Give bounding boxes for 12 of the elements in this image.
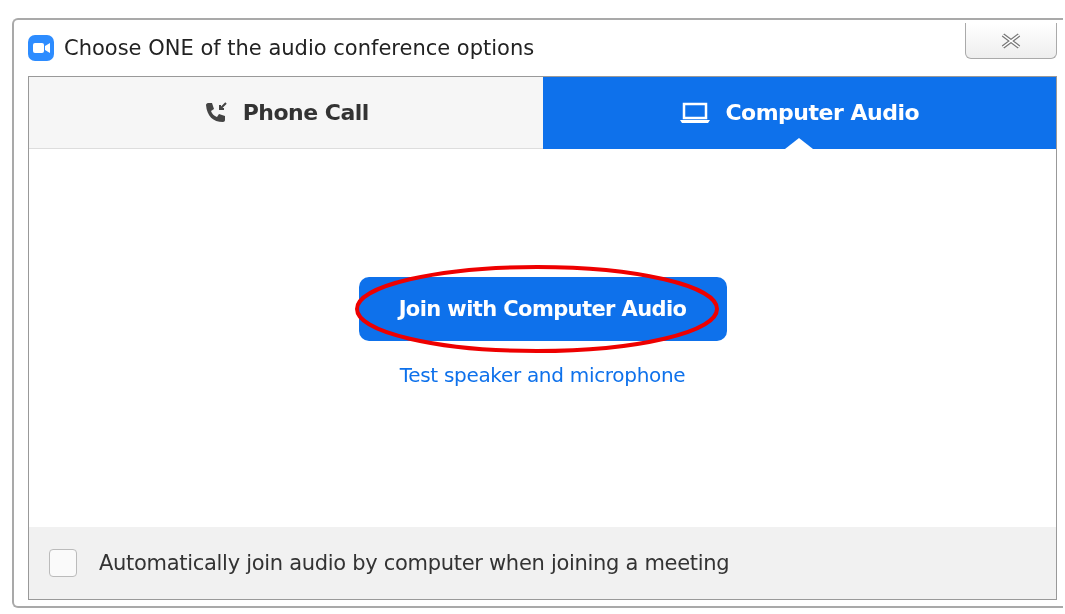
test-audio-link[interactable]: Test speaker and microphone [399,363,686,387]
tab-pointer [785,138,814,149]
checkbox[interactable] [49,549,77,577]
video-camera-icon [28,35,54,61]
tab[interactable]: Computer Audio [542,77,1056,149]
window-title: Choose ONE of the audio conference options [64,36,536,60]
tab[interactable]: Phone Call [29,77,543,149]
join-audio-button[interactable]: Join with Computer Audio [358,277,727,341]
checkbox-label: Automatically join audio by computer when joining a meeting [99,551,730,575]
close-button[interactable] [965,23,1057,59]
laptop-icon [679,101,712,124]
close-icon [1000,32,1022,49]
